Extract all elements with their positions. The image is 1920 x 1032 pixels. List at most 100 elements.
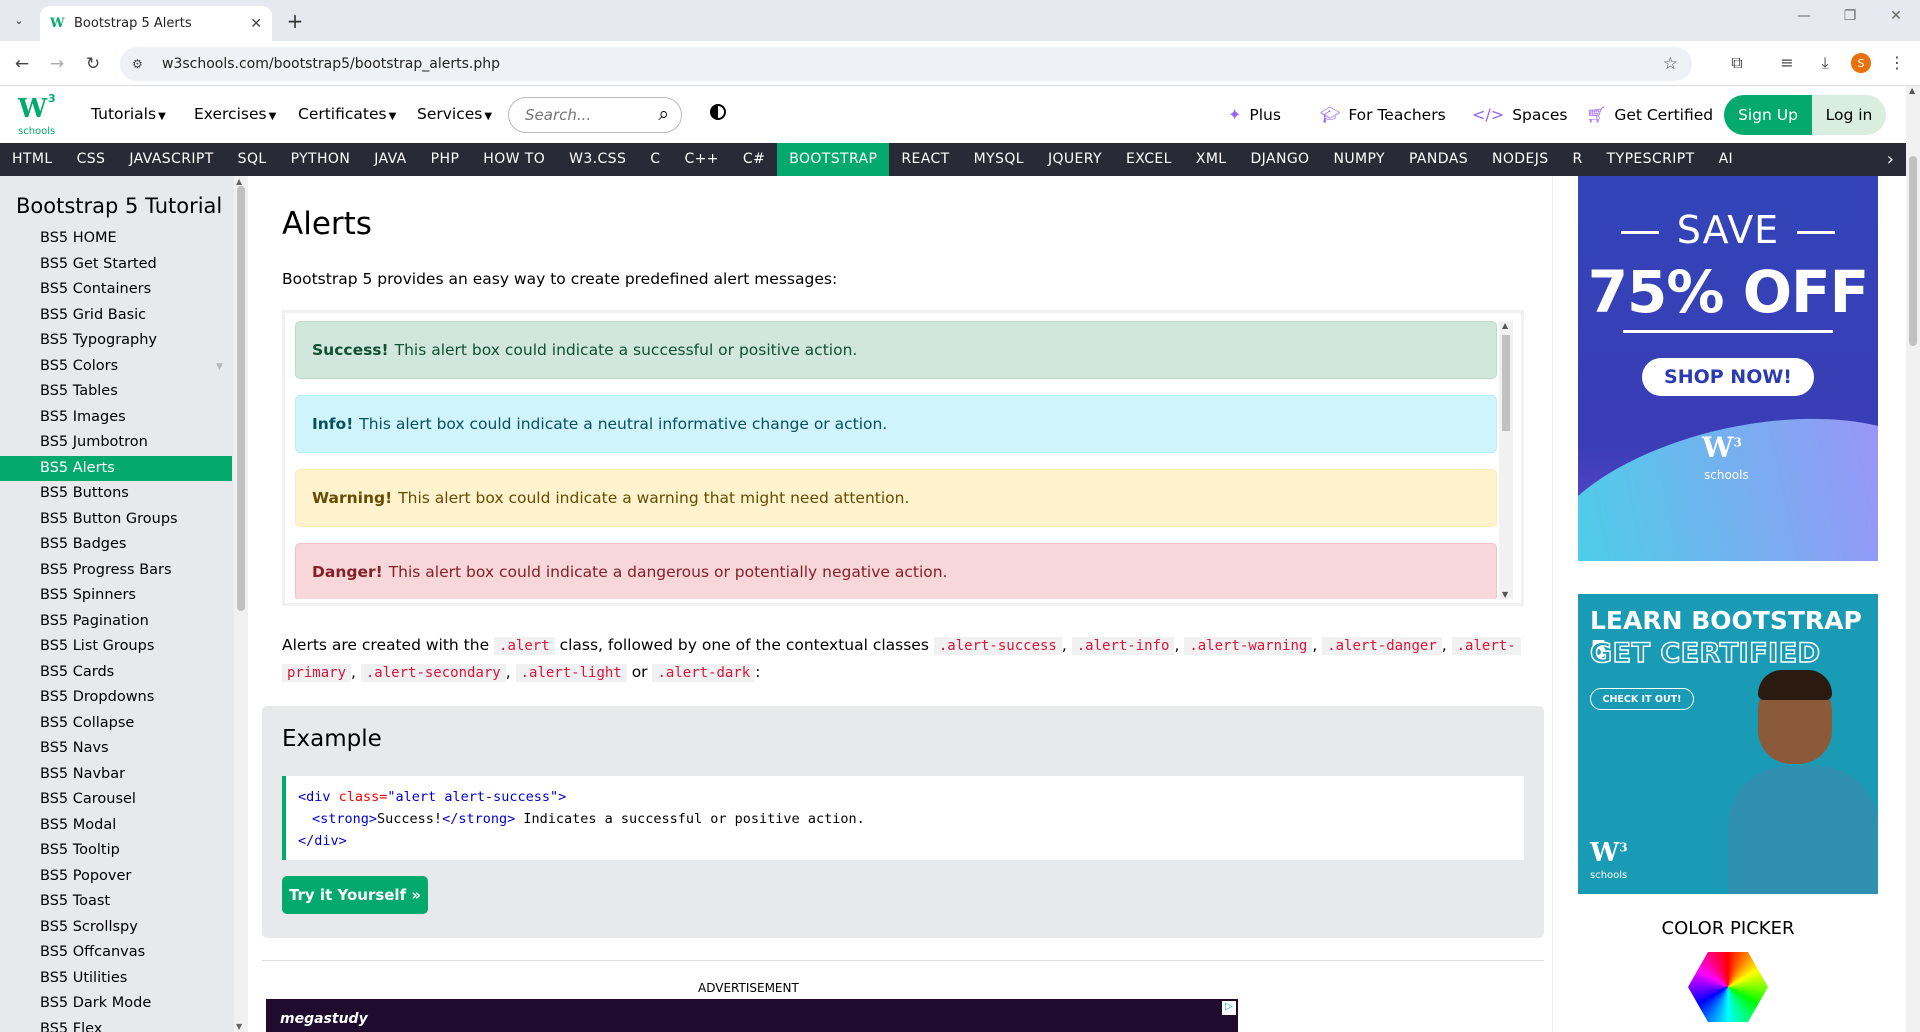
bookmark-star-icon[interactable]: ☆ xyxy=(1663,54,1678,74)
spaces-link[interactable]: </> Spaces xyxy=(1472,105,1568,124)
menu-exercises[interactable]: Exercises ▼ xyxy=(194,105,276,123)
get-certified-link[interactable]: 🛒︎ Get Certified xyxy=(1586,105,1713,124)
back-icon[interactable]: ← xyxy=(9,51,35,77)
sidebar-item-bs5-utilities[interactable]: BS5 Utilities xyxy=(0,966,232,992)
lang-numpy[interactable]: NUMPY xyxy=(1321,143,1397,176)
lang-jquery[interactable]: JQUERY xyxy=(1036,143,1114,176)
reload-icon[interactable]: ↻ xyxy=(80,51,106,77)
lang-pandas[interactable]: PANDAS xyxy=(1397,143,1480,176)
page-scrollbar[interactable]: ▲ xyxy=(1906,86,1920,1032)
address-bar[interactable]: ⚙ w3schools.com/bootstrap5/bootstrap_ale… xyxy=(120,47,1692,81)
log-in-button[interactable]: Log in xyxy=(1812,95,1886,135)
sidebar-item-bs5-containers[interactable]: BS5 Containers xyxy=(0,277,232,303)
sidebar-item-bs5-scrollspy[interactable]: BS5 Scrollspy xyxy=(0,915,232,941)
lang-typescript[interactable]: TYPESCRIPT xyxy=(1595,143,1707,176)
download-icon[interactable]: ⤓ xyxy=(1813,53,1837,73)
for-teachers-link[interactable]: 🎓︎ For Teachers xyxy=(1320,105,1446,124)
try-it-yourself-button[interactable]: Try it Yourself » xyxy=(282,876,428,914)
save-ad[interactable]: SAVE 75% OFF SHOP NOW! W3 schools xyxy=(1578,176,1878,561)
color-picker-hexagon-icon[interactable] xyxy=(1688,952,1768,1022)
sidebar-item-bs5-get-started[interactable]: BS5 Get Started xyxy=(0,252,232,278)
sidebar-item-bs5-progress-bars[interactable]: BS5 Progress Bars xyxy=(0,558,232,584)
lang-bootstrap[interactable]: BOOTSTRAP xyxy=(777,143,890,176)
browser-tab[interactable]: W Bootstrap 5 Alerts ✕ xyxy=(40,6,272,41)
scroll-up-icon[interactable]: ▲ xyxy=(1502,321,1508,330)
lang-ai[interactable]: AI xyxy=(1707,143,1746,176)
sign-up-button[interactable]: Sign Up xyxy=(1724,95,1812,135)
minimize-icon[interactable]: — xyxy=(1784,8,1824,24)
sidebar-item-bs5-alerts[interactable]: BS5 Alerts xyxy=(0,455,232,481)
restore-icon[interactable]: ❐ xyxy=(1830,8,1870,24)
check-it-out-button[interactable]: CHECK IT OUT! xyxy=(1590,688,1694,710)
lang-c-[interactable]: C# xyxy=(731,143,777,176)
sidebar-item-bs5-navs[interactable]: BS5 Navs xyxy=(0,736,232,762)
scrollbar-thumb[interactable] xyxy=(1909,156,1917,346)
sidebar-item-bs5-badges[interactable]: BS5 Badges xyxy=(0,532,232,558)
sidebar-item-bs5-navbar[interactable]: BS5 Navbar xyxy=(0,762,232,788)
extensions-icon[interactable]: ⧉ xyxy=(1725,53,1749,73)
lang-c-[interactable]: C++ xyxy=(672,143,730,176)
demo-scrollbar[interactable]: ▲ ▼ xyxy=(1499,321,1513,599)
sidebar-item-bs5-cards[interactable]: BS5 Cards xyxy=(0,660,232,686)
media-icon[interactable]: ≡ xyxy=(1775,53,1799,72)
window-close-icon[interactable]: ✕ xyxy=(1876,8,1916,24)
lang-sql[interactable]: SQL xyxy=(226,143,279,176)
chevron-right-icon[interactable]: › xyxy=(1887,143,1894,176)
sidebar-item-bs5-dropdowns[interactable]: BS5 Dropdowns xyxy=(0,685,232,711)
lang-javascript[interactable]: JAVASCRIPT xyxy=(117,143,225,176)
sidebar-item-bs5-buttons[interactable]: BS5 Buttons xyxy=(0,481,232,507)
sidebar-item-bs5-button-groups[interactable]: BS5 Button Groups xyxy=(0,507,232,533)
sidebar-scrollbar[interactable]: ▲ ▼ xyxy=(234,176,248,1032)
sidebar-item-bs5-collapse[interactable]: BS5 Collapse xyxy=(0,711,232,737)
dark-mode-toggle-icon[interactable] xyxy=(710,104,726,120)
sidebar-item-bs5-pagination[interactable]: BS5 Pagination xyxy=(0,609,232,635)
sidebar-item-bs5-list-groups[interactable]: BS5 List Groups xyxy=(0,634,232,660)
scroll-up-icon[interactable]: ▲ xyxy=(236,177,242,186)
lang-html[interactable]: HTML xyxy=(0,143,65,176)
bootstrap-cert-ad[interactable]: LEARN BOOTSTRAP 5 GET CERTIFIED CHECK IT… xyxy=(1578,594,1878,894)
lang-react[interactable]: REACT xyxy=(889,143,961,176)
scroll-down-icon[interactable]: ▼ xyxy=(236,1022,242,1031)
lang-java[interactable]: JAVA xyxy=(362,143,418,176)
sidebar-item-bs5-colors[interactable]: BS5 Colors xyxy=(0,354,232,380)
lang-python[interactable]: PYTHON xyxy=(279,143,363,176)
scrollbar-thumb[interactable] xyxy=(1502,335,1510,431)
w3schools-logo[interactable]: W 3 schools xyxy=(16,92,60,138)
scroll-up-icon[interactable]: ▲ xyxy=(1909,86,1915,95)
sidebar-item-bs5-offcanvas[interactable]: BS5 Offcanvas xyxy=(0,940,232,966)
scrollbar-thumb[interactable] xyxy=(237,186,245,611)
search-input[interactable] xyxy=(525,106,645,124)
profile-avatar[interactable]: S xyxy=(1851,53,1871,73)
menu-services[interactable]: Services ▼ xyxy=(417,105,492,123)
search-icon[interactable]: ⌕ xyxy=(658,103,669,125)
lang-r[interactable]: R xyxy=(1561,143,1595,176)
forward-icon[interactable]: → xyxy=(44,51,70,77)
plus-link[interactable]: ✦ Plus xyxy=(1228,105,1281,124)
lang-django[interactable]: DJANGO xyxy=(1239,143,1322,176)
menu-tutorials[interactable]: Tutorials ▼ xyxy=(91,105,166,123)
tab-search-icon[interactable]: ⌄ xyxy=(8,9,30,31)
sidebar-item-bs5-home[interactable]: BS5 HOME xyxy=(0,226,232,252)
lang-how-to[interactable]: HOW TO xyxy=(471,143,557,176)
sidebar-item-bs5-dark-mode[interactable]: BS5 Dark Mode xyxy=(0,991,232,1017)
lang-xml[interactable]: XML xyxy=(1184,143,1239,176)
ad-banner[interactable]: megastudy ▷ xyxy=(266,999,1238,1032)
lang-nodejs[interactable]: NODEJS xyxy=(1480,143,1561,176)
sidebar-item-bs5-jumbotron[interactable]: BS5 Jumbotron xyxy=(0,430,232,456)
sidebar-item-bs5-toast[interactable]: BS5 Toast xyxy=(0,889,232,915)
ad-choices-icon[interactable]: ▷ xyxy=(1222,1001,1236,1015)
sidebar-item-bs5-images[interactable]: BS5 Images xyxy=(0,405,232,431)
sidebar-item-bs5-flex[interactable]: BS5 Flex xyxy=(0,1017,232,1032)
lang-excel[interactable]: EXCEL xyxy=(1114,143,1184,176)
sidebar-item-bs5-modal[interactable]: BS5 Modal xyxy=(0,813,232,839)
lang-php[interactable]: PHP xyxy=(419,143,472,176)
lang-c[interactable]: C xyxy=(638,143,672,176)
lang-css[interactable]: CSS xyxy=(65,143,118,176)
shop-now-button[interactable]: SHOP NOW! xyxy=(1642,358,1814,396)
sidebar-item-bs5-tooltip[interactable]: BS5 Tooltip xyxy=(0,838,232,864)
sidebar-item-bs5-popover[interactable]: BS5 Popover xyxy=(0,864,232,890)
sidebar-item-bs5-tables[interactable]: BS5 Tables xyxy=(0,379,232,405)
scroll-down-icon[interactable]: ▼ xyxy=(1502,590,1508,599)
menu-certificates[interactable]: Certificates ▼ xyxy=(298,105,396,123)
sidebar-item-bs5-typography[interactable]: BS5 Typography xyxy=(0,328,232,354)
